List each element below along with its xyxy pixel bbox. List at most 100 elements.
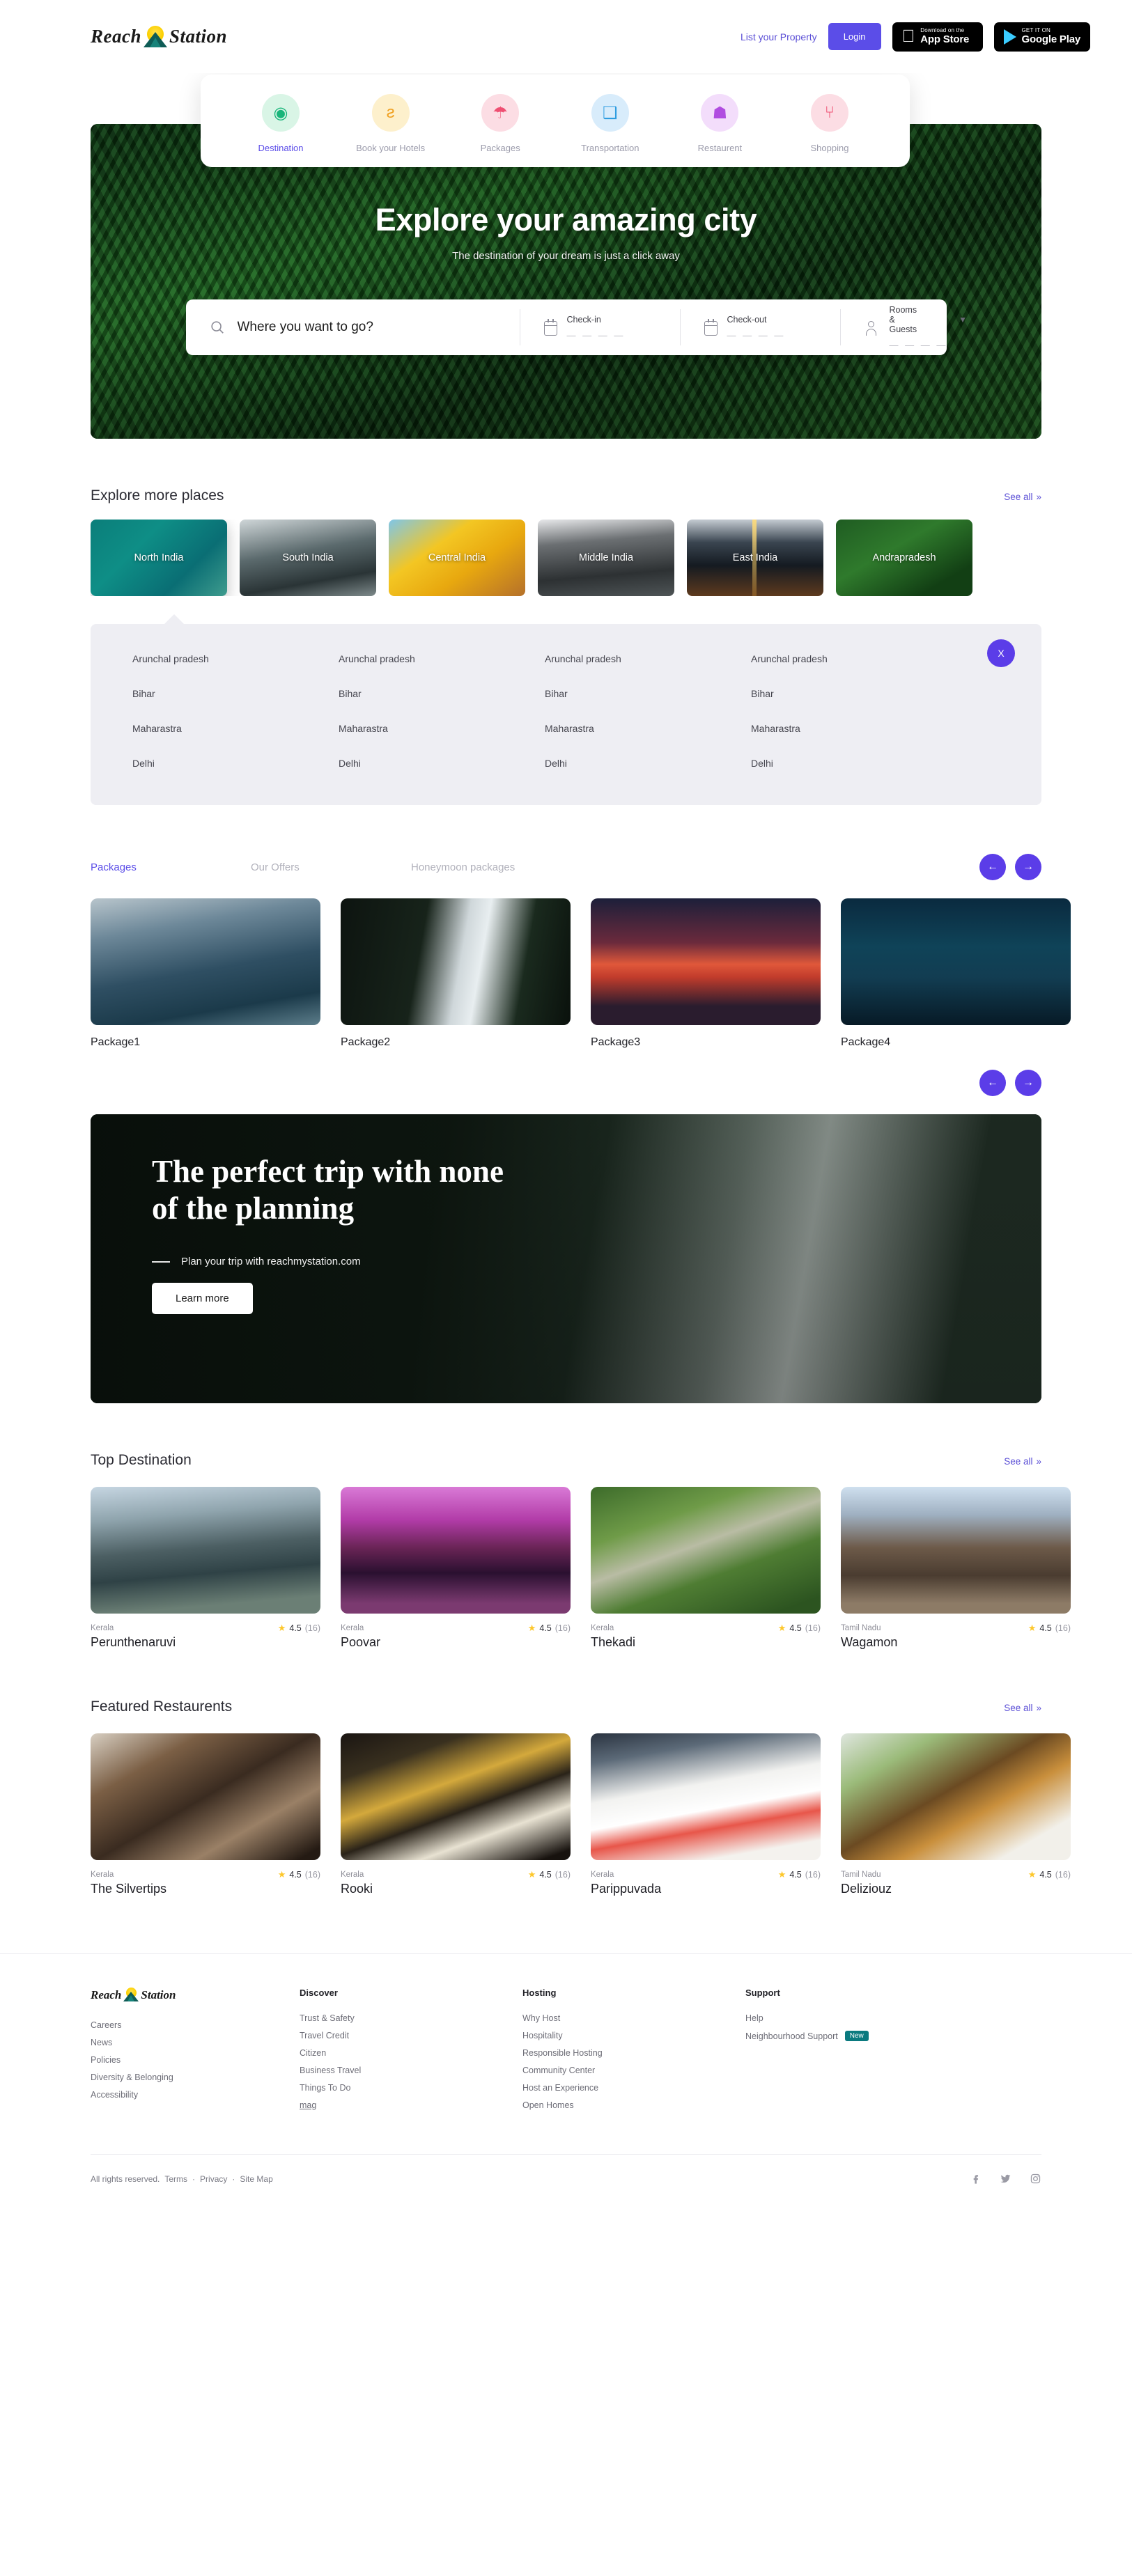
footer-link[interactable]: Accessibility — [91, 2090, 300, 2100]
footer-brand-logo[interactable]: Reach Station — [91, 1988, 300, 2003]
category-item-transportation[interactable]: ❑ Transportation — [558, 94, 662, 153]
featured-restaurants-see-all-link[interactable]: See all » — [1004, 1703, 1041, 1713]
packages-next-button[interactable]: → — [1015, 854, 1041, 880]
state-item[interactable]: Delhi — [545, 758, 751, 769]
restaurant-card[interactable]: Kerala ★ 4.5 (16) The Silvertips — [91, 1733, 320, 1896]
chevron-down-icon[interactable]: ▼ — [959, 315, 967, 325]
footer-link-label: Responsible Hosting — [522, 2048, 603, 2058]
packages-prev-button[interactable]: ← — [979, 854, 1006, 880]
footer-link[interactable]: Careers — [91, 2020, 300, 2030]
restaurant-card[interactable]: Tamil Nadu ★ 4.5 (16) Deliziouz — [841, 1733, 1071, 1896]
region-tab-east-india[interactable]: East India — [687, 520, 823, 596]
footer-link[interactable]: Business Travel — [300, 2066, 522, 2075]
search-input[interactable] — [237, 320, 502, 335]
facebook-icon[interactable] — [970, 2173, 982, 2185]
state-item[interactable]: Arunchal pradesh — [751, 653, 957, 664]
footer-link[interactable]: Open Homes — [522, 2100, 745, 2110]
state-item[interactable]: Arunchal pradesh — [339, 653, 545, 664]
state-item[interactable]: Arunchal pradesh — [545, 653, 751, 664]
tab-our-offers[interactable]: Our Offers — [251, 861, 411, 873]
state-item[interactable]: Bihar — [545, 688, 751, 699]
package-card[interactable]: Package2 — [341, 898, 571, 1049]
footer-link[interactable]: Diversity & Belonging — [91, 2072, 300, 2082]
list-your-property-link[interactable]: List your Property — [741, 31, 817, 42]
restaurant-name: Rooki — [341, 1882, 373, 1896]
category-item-book-your-hotels[interactable]: ƨ Book your Hotels — [339, 94, 443, 153]
privacy-link[interactable]: Privacy — [200, 2174, 227, 2184]
state-item[interactable]: Maharastra — [339, 723, 545, 734]
rating-value: 4.5 — [789, 1870, 802, 1880]
destination-card[interactable]: Tamil Nadu ★ 4.5 (16) Wagamon — [841, 1487, 1071, 1650]
footer-link[interactable]: Responsible Hosting — [522, 2048, 745, 2058]
region-tab-south-india[interactable]: South India — [240, 520, 376, 596]
state-item[interactable]: Delhi — [339, 758, 545, 769]
checkout-group[interactable]: Check-out — — — — — [681, 309, 841, 345]
footer-link-label: Citizen — [300, 2048, 327, 2058]
state-item[interactable]: Maharastra — [132, 723, 339, 734]
instagram-icon[interactable] — [1030, 2173, 1041, 2185]
top-destination-see-all-link[interactable]: See all » — [1004, 1456, 1041, 1467]
rating-value: 4.5 — [1039, 1870, 1052, 1880]
footer-link[interactable]: Travel Credit — [300, 2031, 522, 2040]
checkin-group[interactable]: Check-in — — — — — [520, 309, 681, 345]
brand-logo[interactable]: Reach Station — [91, 25, 227, 49]
footer-link[interactable]: Host an Experience — [522, 2083, 745, 2093]
state-item[interactable]: Arunchal pradesh — [132, 653, 339, 664]
rating-value: 4.5 — [789, 1623, 802, 1633]
state-column: Arunchal pradesh Bihar Maharastra Delhi — [339, 653, 545, 769]
destination-search-group[interactable] — [186, 309, 520, 345]
footer-link[interactable]: mag — [300, 2100, 522, 2110]
rating-value: 4.5 — [289, 1623, 302, 1633]
footer-link[interactable]: Trust & Safety — [300, 2013, 522, 2023]
package-card[interactable]: Package1 — [91, 898, 320, 1049]
footer-link[interactable]: Citizen — [300, 2048, 522, 2058]
terms-link[interactable]: Terms — [164, 2174, 187, 2184]
state-item[interactable]: Delhi — [751, 758, 957, 769]
restaurant-card[interactable]: Kerala ★ 4.5 (16) Rooki — [341, 1733, 571, 1896]
close-panel-button[interactable]: X — [987, 639, 1015, 667]
package-card[interactable]: Package3 — [591, 898, 821, 1049]
footer-link[interactable]: Things To Do — [300, 2083, 522, 2093]
explore-see-all-link[interactable]: See all » — [1004, 492, 1041, 502]
category-item-restaurent[interactable]: ☗ Restaurent — [667, 94, 772, 153]
footer-link[interactable]: Community Center — [522, 2066, 745, 2075]
state-item[interactable]: Maharastra — [751, 723, 957, 734]
login-button[interactable]: Login — [828, 23, 881, 50]
tab-honeymoon-packages[interactable]: Honeymoon packages — [411, 861, 571, 873]
region-tab-north-india[interactable]: North India — [91, 520, 227, 596]
state-item[interactable]: Delhi — [132, 758, 339, 769]
tab-packages[interactable]: Packages — [91, 861, 251, 873]
app-store-badge[interactable]:  Download on the App Store — [892, 22, 983, 52]
state-item[interactable]: Maharastra — [545, 723, 751, 734]
google-play-badge[interactable]: GET IT ON Google Play — [993, 22, 1090, 52]
rooms-guests-group[interactable]: Rooms & Guests ▼ — — — — — [841, 305, 967, 350]
explore-more-places-section: Explore more places See all » North Indi… — [0, 487, 1132, 805]
restaurant-card[interactable]: Kerala ★ 4.5 (16) Parippuvada — [591, 1733, 821, 1896]
destination-card[interactable]: Kerala ★ 4.5 (16) Thekadi — [591, 1487, 821, 1650]
footer-link[interactable]: Help — [745, 2013, 869, 2023]
destination-place: Kerala — [341, 1624, 364, 1632]
promo-prev-button[interactable]: ← — [979, 1070, 1006, 1096]
state-item[interactable]: Bihar — [339, 688, 545, 699]
destination-image — [591, 1487, 821, 1614]
learn-more-button[interactable]: Learn more — [152, 1283, 253, 1315]
twitter-icon[interactable] — [1000, 2173, 1011, 2185]
state-item[interactable]: Bihar — [751, 688, 957, 699]
state-item[interactable]: Bihar — [132, 688, 339, 699]
footer-link[interactable]: Neighbourhood Support New — [745, 2031, 869, 2041]
category-item-packages[interactable]: ☂ Packages — [448, 94, 552, 153]
destination-card[interactable]: Kerala ★ 4.5 (16) Perunthenaruvi — [91, 1487, 320, 1650]
promo-next-button[interactable]: → — [1015, 1070, 1041, 1096]
region-tab-central-india[interactable]: Central India — [389, 520, 525, 596]
package-card[interactable]: Package4 — [841, 898, 1071, 1049]
destination-card[interactable]: Kerala ★ 4.5 (16) Poovar — [341, 1487, 571, 1650]
region-tab-middle-india[interactable]: Middle India — [538, 520, 674, 596]
sitemap-link[interactable]: Site Map — [240, 2174, 272, 2184]
category-item-shopping[interactable]: ⑂ Shopping — [777, 94, 882, 153]
footer-link[interactable]: Policies — [91, 2055, 300, 2065]
region-tab-andrapradesh[interactable]: Andrapradesh — [836, 520, 972, 596]
footer-link[interactable]: News — [91, 2038, 300, 2047]
footer-link[interactable]: Hospitality — [522, 2031, 745, 2040]
category-item-destination[interactable]: ◉ Destination — [228, 94, 333, 153]
footer-link[interactable]: Why Host — [522, 2013, 745, 2023]
